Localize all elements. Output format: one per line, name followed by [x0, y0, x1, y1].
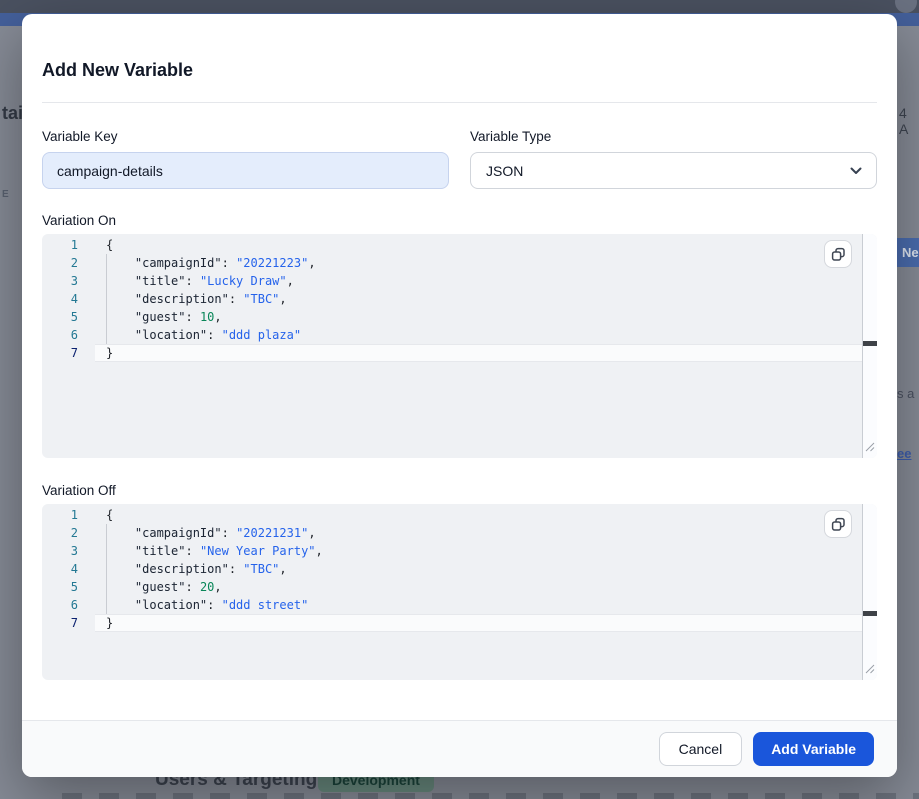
code-line[interactable]: 7}	[42, 614, 877, 632]
cursor-position-marker	[863, 341, 877, 346]
cancel-button[interactable]: Cancel	[659, 732, 743, 766]
line-number: 5	[42, 308, 95, 326]
code-text: "description": "TBC",	[95, 290, 287, 308]
code-line[interactable]: 5 "guest": 10,	[42, 308, 877, 326]
code-line[interactable]: 4 "description": "TBC",	[42, 290, 877, 308]
code-line[interactable]: 3 "title": "New Year Party",	[42, 542, 877, 560]
code-line[interactable]: 2 "campaignId": "20221223",	[42, 254, 877, 272]
code-text: "title": "New Year Party",	[95, 542, 323, 560]
line-number: 1	[42, 506, 95, 524]
variation-on-label: Variation On	[42, 213, 877, 228]
code-text: "description": "TBC",	[95, 560, 287, 578]
line-number: 7	[42, 614, 95, 632]
code-line[interactable]: 3 "title": "Lucky Draw",	[42, 272, 877, 290]
line-number: 4	[42, 290, 95, 308]
code-text: "guest": 20,	[95, 578, 222, 596]
code-line[interactable]: 2 "campaignId": "20221231",	[42, 524, 877, 542]
line-number: 3	[42, 542, 95, 560]
code-text: "location": "ddd street"	[95, 596, 308, 614]
code-line[interactable]: 1{	[42, 506, 877, 524]
add-variable-modal: Add New Variable Variable Key Variable T…	[22, 14, 897, 777]
code-text: "campaignId": "20221231",	[95, 524, 316, 542]
modal-title: Add New Variable	[42, 14, 877, 81]
variable-type-select[interactable]: JSON	[470, 152, 877, 189]
modal-footer: Cancel Add Variable	[22, 720, 897, 777]
variable-type-label: Variable Type	[470, 129, 877, 144]
background-table-edge	[62, 793, 919, 799]
code-line[interactable]: 7}	[42, 344, 877, 362]
line-number: 2	[42, 524, 95, 542]
background-text-fragment: s a	[897, 386, 914, 401]
code-line[interactable]: 6 "location": "ddd plaza"	[42, 326, 877, 344]
code-text: }	[95, 614, 113, 632]
variable-key-input[interactable]	[42, 152, 449, 189]
code-line[interactable]: 4 "description": "TBC",	[42, 560, 877, 578]
copy-button[interactable]	[824, 240, 852, 268]
copy-icon	[831, 517, 846, 532]
line-number: 7	[42, 344, 95, 362]
editor-scrollbar[interactable]	[862, 504, 877, 680]
code-text: {	[95, 506, 113, 524]
resize-handle-icon[interactable]	[865, 661, 875, 679]
chevron-down-icon	[849, 164, 863, 178]
background-label-fragment: E	[2, 189, 9, 200]
variable-type-value: JSON	[486, 163, 523, 179]
background-link-fragment: ee	[897, 446, 911, 461]
line-number: 5	[42, 578, 95, 596]
code-line[interactable]: 6 "location": "ddd street"	[42, 596, 877, 614]
divider	[42, 102, 877, 103]
background-top-navbar	[0, 0, 919, 13]
code-text: "location": "ddd plaza"	[95, 326, 301, 344]
variation-off-label: Variation Off	[42, 483, 877, 498]
background-button-fragment: Ne	[897, 238, 919, 267]
variable-key-label: Variable Key	[42, 129, 449, 144]
copy-icon	[831, 247, 846, 262]
line-number: 4	[42, 560, 95, 578]
background-date-fragment: 4 A	[899, 105, 919, 137]
code-text: }	[95, 344, 113, 362]
copy-button[interactable]	[824, 510, 852, 538]
variation-on-editor[interactable]: 1{2 "campaignId": "20221223",3 "title": …	[42, 234, 877, 458]
code-text: "guest": 10,	[95, 308, 222, 326]
line-number: 6	[42, 596, 95, 614]
code-line[interactable]: 5 "guest": 20,	[42, 578, 877, 596]
editor-scrollbar[interactable]	[862, 234, 877, 458]
resize-handle-icon[interactable]	[865, 439, 875, 457]
line-number: 6	[42, 326, 95, 344]
add-variable-button[interactable]: Add Variable	[753, 732, 874, 766]
line-number: 2	[42, 254, 95, 272]
line-number: 3	[42, 272, 95, 290]
variation-off-editor[interactable]: 1{2 "campaignId": "20221231",3 "title": …	[42, 504, 877, 680]
code-text: "campaignId": "20221223",	[95, 254, 316, 272]
line-number: 1	[42, 236, 95, 254]
background-heading-fragment: tai	[2, 103, 23, 124]
code-line[interactable]: 1{	[42, 236, 877, 254]
cursor-position-marker	[863, 611, 877, 616]
code-text: {	[95, 236, 113, 254]
code-text: "title": "Lucky Draw",	[95, 272, 294, 290]
